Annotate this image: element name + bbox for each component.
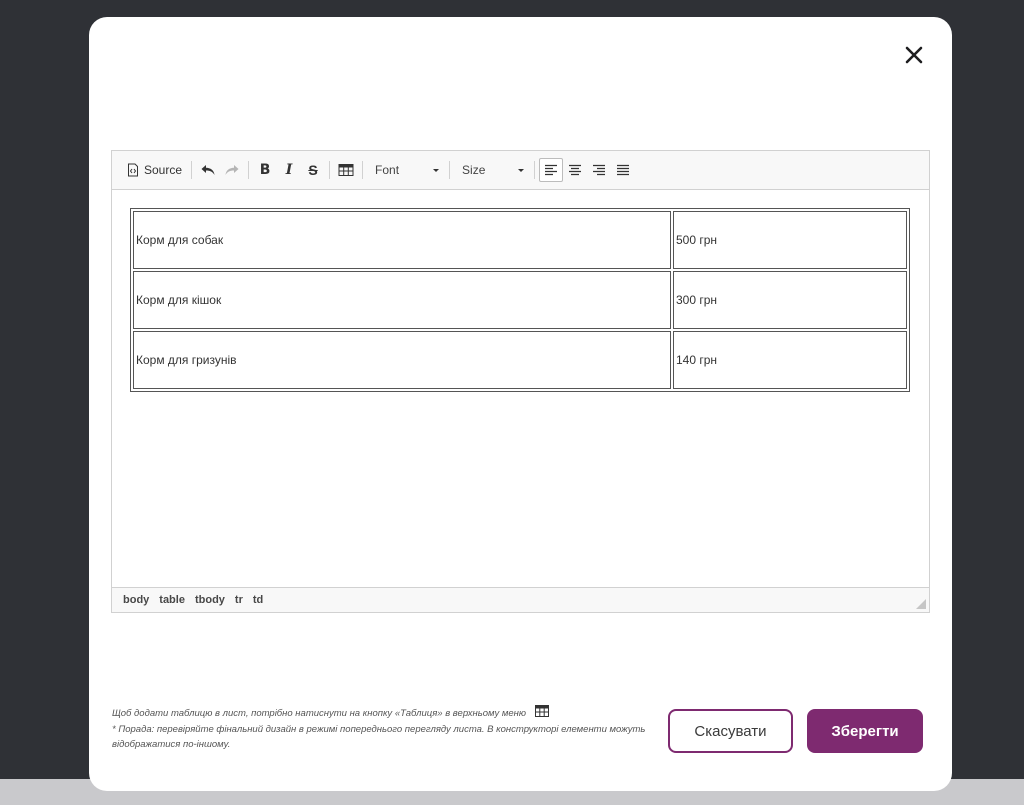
price-table[interactable]: Корм для собак 500 грн Корм для кішок 30…: [130, 208, 910, 392]
path-crumb-body[interactable]: body: [122, 594, 150, 606]
table-cell-item[interactable]: Корм для собак: [133, 211, 671, 269]
save-button[interactable]: Зберегти: [807, 709, 923, 753]
justify-button[interactable]: [611, 158, 635, 182]
bold-icon: B: [259, 162, 271, 178]
redo-button[interactable]: [220, 158, 244, 182]
redo-icon: [225, 165, 239, 175]
align-right-icon: [593, 164, 606, 176]
path-crumb-tbody[interactable]: tbody: [194, 594, 226, 606]
path-crumb-td[interactable]: td: [252, 594, 264, 606]
size-dropdown-label: Size: [462, 163, 486, 177]
font-dropdown[interactable]: Font: [367, 158, 445, 182]
editor-toolbar: Source B I S Font Size: [112, 151, 929, 190]
toolbar-separator: [191, 161, 193, 179]
strikethrough-button[interactable]: S: [301, 158, 325, 182]
toolbar-separator: [248, 161, 250, 179]
element-path-bar: body table tbody tr td: [112, 587, 929, 612]
path-crumb-tr[interactable]: tr: [234, 594, 244, 606]
table-cell-price[interactable]: 500 грн: [673, 211, 907, 269]
align-center-icon: [569, 164, 582, 176]
undo-button[interactable]: [196, 158, 220, 182]
table-cell-item[interactable]: Корм для гризунів: [133, 331, 671, 389]
table-row: Корм для кішок 300 грн: [133, 271, 907, 329]
hint-line-tip: * Порада: перевіряйте фінальний дизайн в…: [112, 724, 646, 750]
table-row: Корм для собак 500 грн: [133, 211, 907, 269]
table-row: Корм для гризунів 140 грн: [133, 331, 907, 389]
justify-icon: [617, 164, 630, 176]
table-cell-price[interactable]: 300 грн: [673, 271, 907, 329]
strikethrough-icon: S: [308, 162, 318, 178]
chevron-down-icon: [518, 168, 525, 172]
italic-icon: I: [285, 162, 293, 178]
table-cell-item[interactable]: Корм для кішок: [133, 271, 671, 329]
resize-handle[interactable]: [916, 599, 926, 609]
font-dropdown-label: Font: [375, 163, 400, 177]
close-icon: [905, 46, 923, 64]
align-right-button[interactable]: [587, 158, 611, 182]
toolbar-separator: [362, 161, 364, 179]
modal-dialog: Source B I S Font Size Корм для собак 50…: [89, 17, 952, 791]
table-button[interactable]: [334, 158, 358, 182]
table-cell-price[interactable]: 140 грн: [673, 331, 907, 389]
toolbar-separator: [534, 161, 536, 179]
path-crumb-table[interactable]: table: [158, 594, 186, 606]
hint-text: Щоб додати таблицю в лист, потрібно нати…: [112, 705, 652, 752]
size-dropdown[interactable]: Size: [454, 158, 530, 182]
source-label: Source: [144, 163, 183, 177]
table-icon: [338, 164, 354, 176]
source-icon: [128, 163, 138, 177]
table-icon: [534, 705, 549, 722]
undo-icon: [201, 165, 215, 175]
italic-button[interactable]: I: [277, 158, 301, 182]
toolbar-separator: [329, 161, 331, 179]
align-center-button[interactable]: [563, 158, 587, 182]
bold-button[interactable]: B: [253, 158, 277, 182]
rich-text-editor: Source B I S Font Size Корм для собак 50…: [111, 150, 930, 613]
chevron-down-icon: [433, 168, 440, 172]
align-left-button[interactable]: [539, 158, 564, 182]
cancel-button[interactable]: Скасувати: [668, 709, 793, 753]
hint-table-text: Щоб додати таблицю в лист, потрібно нати…: [112, 708, 527, 720]
hint-line-table: Щоб додати таблицю в лист, потрібно нати…: [112, 705, 652, 722]
align-left-icon: [545, 164, 558, 176]
close-button[interactable]: [901, 42, 927, 68]
editor-content[interactable]: Корм для собак 500 грн Корм для кішок 30…: [112, 190, 929, 588]
source-button[interactable]: Source: [122, 158, 187, 182]
toolbar-separator: [449, 161, 451, 179]
